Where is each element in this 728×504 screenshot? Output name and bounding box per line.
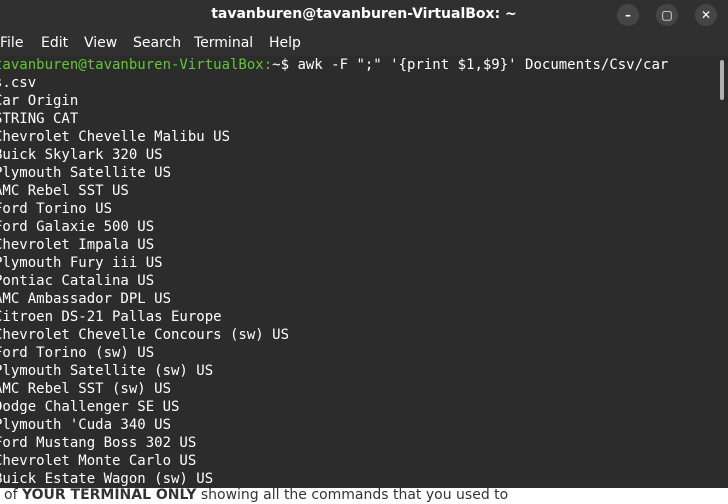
output-line: Chevrolet Chevelle Concours (sw) US <box>0 327 290 343</box>
title-bar[interactable]: tavanburen@tavanburen-VirtualBox: ~ – ▢ … <box>0 0 728 30</box>
bg-text-suffix: showing all the commands that you used t… <box>196 487 509 503</box>
terminal-output[interactable]: tavanburen@tavanburen-VirtualBox:~$ awk … <box>0 56 716 488</box>
prompt-cwd: ~ <box>272 57 281 73</box>
menu-edit[interactable]: Edit <box>41 35 68 51</box>
menu-bar: File Edit View Search Terminal Help <box>0 30 728 56</box>
output-line: Plymouth Satellite US <box>0 165 172 181</box>
close-icon: ✕ <box>700 8 712 22</box>
output-line: AMC Rebel SST US <box>0 183 129 199</box>
menu-help[interactable]: Help <box>269 35 301 51</box>
output-line: Ford Mustang Boss 302 US <box>0 435 197 451</box>
maximize-icon: ▢ <box>661 8 673 22</box>
maximize-button[interactable]: ▢ <box>656 4 678 26</box>
prompt-user-host: tavanburen@tavanburen-VirtualBox: <box>0 57 273 73</box>
menu-view[interactable]: View <box>84 35 117 51</box>
command-text: $ awk -F ";" '{print $1,$9}' Documents/C… <box>280 57 669 73</box>
output-line: Ford Torino (sw) US <box>0 345 155 361</box>
output-line: STRING CAT <box>0 111 79 127</box>
terminal-window: tavanburen@tavanburen-VirtualBox: ~ – ▢ … <box>0 0 728 488</box>
command-line: tavanburen@tavanburen-VirtualBox:~$ awk … <box>0 56 716 74</box>
scrollbar-thumb[interactable] <box>720 60 724 100</box>
output-line: s.csv <box>0 75 37 91</box>
output-line: Dodge Challenger SE US <box>0 399 180 415</box>
minimize-button[interactable]: – <box>617 4 639 26</box>
output-line: Plymouth Satellite (sw) US <box>0 363 214 379</box>
close-button[interactable]: ✕ <box>695 4 717 26</box>
output-line: Chevrolet Monte Carlo US <box>0 453 197 469</box>
output-lines: s.csv Car Origin STRING CAT Chevrolet Cheve… <box>0 74 716 488</box>
output-line: AMC Ambassador DPL US <box>0 291 172 307</box>
output-line: Buick Skylark 320 US <box>0 147 163 163</box>
scrollbar[interactable] <box>716 56 728 488</box>
output-line: Buick Estate Wagon (sw) US <box>0 471 214 487</box>
bg-text-bold: YOUR TERMINAL ONLY <box>21 487 197 503</box>
output-line: Ford Galaxie 500 US <box>0 219 155 235</box>
minimize-icon: – <box>625 8 631 22</box>
menu-terminal[interactable]: Terminal <box>194 35 253 51</box>
output-line: Chevrolet Impala US <box>0 237 155 253</box>
bg-text-prefix: of <box>4 487 22 503</box>
output-line: Citroen DS-21 Pallas Europe <box>0 309 222 325</box>
menu-file[interactable]: File <box>0 35 23 51</box>
output-line: Ford Torino US <box>0 201 113 217</box>
output-line: Plymouth Fury iii US <box>0 255 163 271</box>
output-line: AMC Rebel SST (sw) US <box>0 381 172 397</box>
output-line: Plymouth 'Cuda 340 US <box>0 417 172 433</box>
output-line: Car Origin <box>0 93 79 109</box>
background-page-text: of YOUR TERMINAL ONLY showing all the co… <box>4 487 508 503</box>
menu-search[interactable]: Search <box>133 35 181 51</box>
output-line: Chevrolet Chevelle Malibu US <box>0 129 231 145</box>
output-line: Pontiac Catalina US <box>0 273 155 289</box>
